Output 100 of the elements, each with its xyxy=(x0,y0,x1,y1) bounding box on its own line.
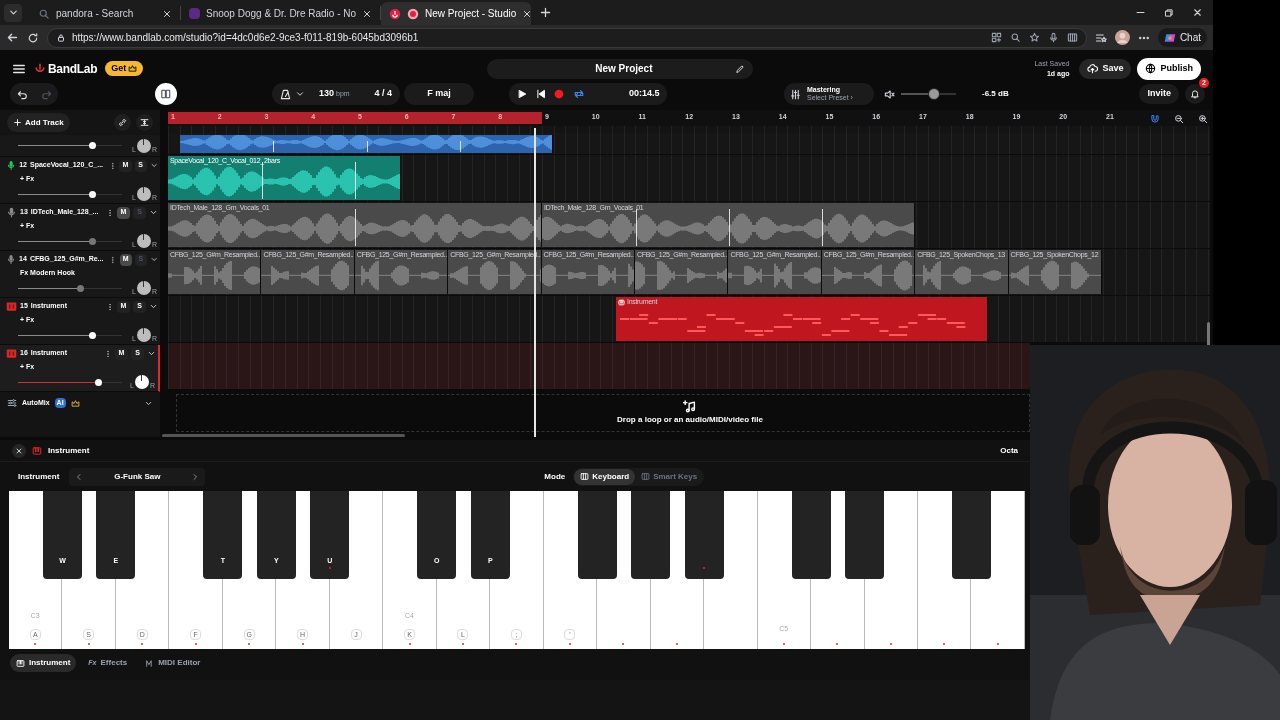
chat-button[interactable]: Chat xyxy=(1157,28,1207,47)
more-icon[interactable] xyxy=(109,255,117,264)
mute-icon[interactable] xyxy=(884,88,895,100)
close-icon[interactable] xyxy=(362,8,373,19)
sharp-key[interactable] xyxy=(577,491,617,579)
project-title-field[interactable]: New Project xyxy=(487,58,754,79)
mic-icon[interactable] xyxy=(1048,32,1060,43)
play-icon[interactable] xyxy=(517,89,528,99)
more-icon[interactable] xyxy=(104,349,112,358)
invite-button[interactable]: Invite xyxy=(1139,84,1179,104)
search-icon[interactable] xyxy=(1010,32,1022,43)
volume-slider[interactable] xyxy=(18,284,122,292)
undo-icon[interactable] xyxy=(16,88,28,100)
tempo-value[interactable]: 130 xyxy=(319,87,335,101)
caret-icon[interactable] xyxy=(147,349,156,358)
pan-knob[interactable] xyxy=(136,328,151,342)
volume-reading: -6.5 dB xyxy=(982,88,1009,100)
track-lane[interactable] xyxy=(168,343,1030,390)
globe-icon xyxy=(1145,63,1157,74)
track-lane[interactable] xyxy=(168,133,1210,155)
link-button[interactable] xyxy=(114,114,131,131)
caret-icon[interactable] xyxy=(149,302,158,311)
zoom-out-icon[interactable] xyxy=(1174,114,1184,124)
mode-tab[interactable]: Keyboard xyxy=(574,468,636,485)
skip-back-icon[interactable] xyxy=(535,89,546,99)
notifications-button[interactable] xyxy=(1185,84,1205,104)
browser-tab[interactable]: pandora - Search xyxy=(30,2,180,25)
pan-knob[interactable] xyxy=(136,138,151,153)
restore-icon[interactable] xyxy=(1164,7,1174,18)
caret-icon[interactable] xyxy=(295,89,305,99)
close-icon[interactable] xyxy=(522,8,533,19)
back-icon[interactable] xyxy=(6,31,19,44)
get-button[interactable]: Get xyxy=(105,61,144,76)
slider-thumb[interactable] xyxy=(88,142,96,149)
metronome-icon[interactable] xyxy=(280,88,291,100)
caret-icon[interactable] xyxy=(149,255,158,264)
address-bar[interactable]: https://www.bandlab.com/studio?id=4dc0d6e2-9ce3-f011-819b-6045bd3096b1 xyxy=(46,27,1088,48)
more-icon[interactable] xyxy=(109,161,117,170)
volume-slider[interactable] xyxy=(18,142,122,149)
sharp-key[interactable] xyxy=(791,491,831,579)
volume-slider[interactable] xyxy=(18,190,122,198)
instrument-name: G-Funk Saw xyxy=(114,470,161,483)
pan-knob[interactable] xyxy=(134,375,149,389)
key-button[interactable]: F maj xyxy=(404,83,474,105)
reader-icon[interactable] xyxy=(1067,32,1079,43)
tab-list-button[interactable] xyxy=(4,3,22,22)
mode-tab[interactable]: Smart Keys xyxy=(635,468,704,485)
more-icon[interactable] xyxy=(106,302,114,311)
close-icon[interactable] xyxy=(162,8,172,19)
loop-icon[interactable] xyxy=(572,88,585,100)
sharp-key[interactable] xyxy=(631,491,671,579)
track-lane[interactable] xyxy=(168,249,1210,296)
record-icon[interactable] xyxy=(554,89,565,99)
reload-icon[interactable] xyxy=(26,31,39,44)
track-size-icon xyxy=(140,118,149,127)
publish-button[interactable]: Publish xyxy=(1137,57,1201,80)
pan-knob[interactable] xyxy=(136,234,151,248)
vertical-scrollbar[interactable] xyxy=(1207,322,1210,346)
bell-icon xyxy=(1190,89,1200,99)
track-size-button[interactable] xyxy=(136,114,153,131)
pan-knob[interactable] xyxy=(136,187,151,201)
panel-tab[interactable]: Instrument xyxy=(10,654,77,672)
browser-tab[interactable]: New Project - Studio xyxy=(381,2,532,25)
time-signature[interactable]: 4 / 4 xyxy=(374,87,392,101)
new-tab-icon[interactable] xyxy=(539,6,553,19)
split-view-button[interactable] xyxy=(155,83,177,105)
horizontal-scrollbar[interactable] xyxy=(162,434,405,437)
volume-slider[interactable] xyxy=(901,88,956,100)
apps-icon[interactable] xyxy=(991,32,1003,43)
save-button[interactable]: Save xyxy=(1079,58,1132,79)
slider-thumb[interactable] xyxy=(77,284,85,292)
sharp-key[interactable] xyxy=(684,491,724,579)
close-icon[interactable] xyxy=(1192,7,1203,18)
piano-icon xyxy=(618,298,625,306)
crown-icon xyxy=(128,64,138,73)
panel-tab[interactable]: MIDI Editor xyxy=(139,654,207,672)
add-track-button[interactable]: Add Track xyxy=(7,113,70,132)
close-panel-button[interactable] xyxy=(12,443,26,458)
snap-icon[interactable] xyxy=(1150,114,1160,124)
caret-icon[interactable] xyxy=(149,161,158,170)
slider-thumb[interactable] xyxy=(88,237,96,245)
slider-thumb[interactable] xyxy=(88,331,96,339)
pan-knob[interactable] xyxy=(136,281,151,295)
piano-icon xyxy=(32,445,42,456)
zoom-in-icon[interactable] xyxy=(1198,114,1208,124)
star-icon[interactable] xyxy=(1029,32,1041,43)
slider-thumb[interactable] xyxy=(95,378,103,386)
slider-thumb[interactable] xyxy=(88,190,96,198)
profile-avatar[interactable] xyxy=(1115,30,1130,45)
caret-icon xyxy=(7,7,19,18)
more-icon[interactable] xyxy=(106,208,114,217)
caret-icon[interactable] xyxy=(149,208,158,217)
pencil-icon[interactable] xyxy=(735,63,746,74)
slider-thumb[interactable] xyxy=(928,88,940,100)
sharp-key[interactable] xyxy=(845,491,885,579)
volume-slider[interactable] xyxy=(18,331,122,339)
browser-tab[interactable]: Snoop Dogg & Dr. Dre Radio - No xyxy=(181,2,381,25)
volume-slider[interactable] xyxy=(18,378,122,386)
volume-slider[interactable] xyxy=(18,237,122,245)
favorites-icon[interactable] xyxy=(1095,31,1107,44)
